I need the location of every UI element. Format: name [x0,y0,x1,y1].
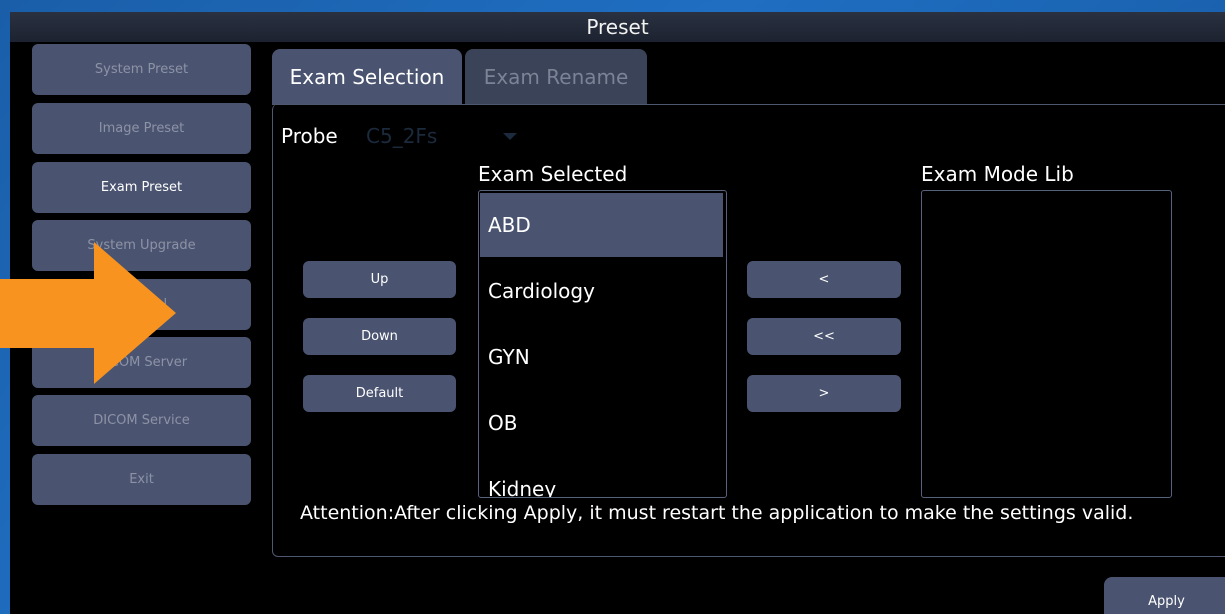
sidebar-item-exam-preset[interactable]: Exam Preset [32,162,251,213]
tab-exam-selection[interactable]: Exam Selection [272,49,462,105]
apply-button[interactable]: Apply [1104,577,1225,614]
panel-divider [272,104,1225,105]
chevron-down-icon[interactable] [503,133,517,140]
list-item[interactable]: Cardiology [480,259,723,323]
probe-label: Probe [281,124,338,148]
move-all-left-button[interactable]: << [747,318,901,355]
probe-select[interactable]: C5_2Fs [366,124,437,148]
move-left-button[interactable]: < [747,261,901,298]
down-button[interactable]: Down [303,318,456,355]
preset-window: Preset System Preset Image Preset Exam P… [10,12,1225,614]
window-title: Preset [10,12,1225,42]
list-item[interactable]: GYN [480,325,723,389]
list-item[interactable]: OB [480,391,723,455]
move-right-button[interactable]: > [747,375,901,412]
sidebar-item-exit[interactable]: Exit [32,454,251,505]
up-button[interactable]: Up [303,261,456,298]
exam-mode-lib-list[interactable] [921,190,1172,498]
exam-selected-title: Exam Selected [478,162,628,186]
exam-mode-lib-title: Exam Mode Lib [921,162,1074,186]
tab-exam-rename[interactable]: Exam Rename [465,49,647,105]
exam-selected-list[interactable]: ABD Cardiology GYN OB Kidney [478,190,727,498]
annotation-arrow-icon [0,242,176,384]
list-item[interactable]: ABD [480,193,723,257]
default-button[interactable]: Default [303,375,456,412]
attention-message: Attention:After clicking Apply, it must … [300,502,1134,524]
sidebar-item-image-preset[interactable]: Image Preset [32,103,251,154]
sidebar-item-dicom-service[interactable]: DICOM Service [32,395,251,446]
sidebar-item-system-preset[interactable]: System Preset [32,44,251,95]
list-item[interactable]: Kidney [480,457,723,497]
